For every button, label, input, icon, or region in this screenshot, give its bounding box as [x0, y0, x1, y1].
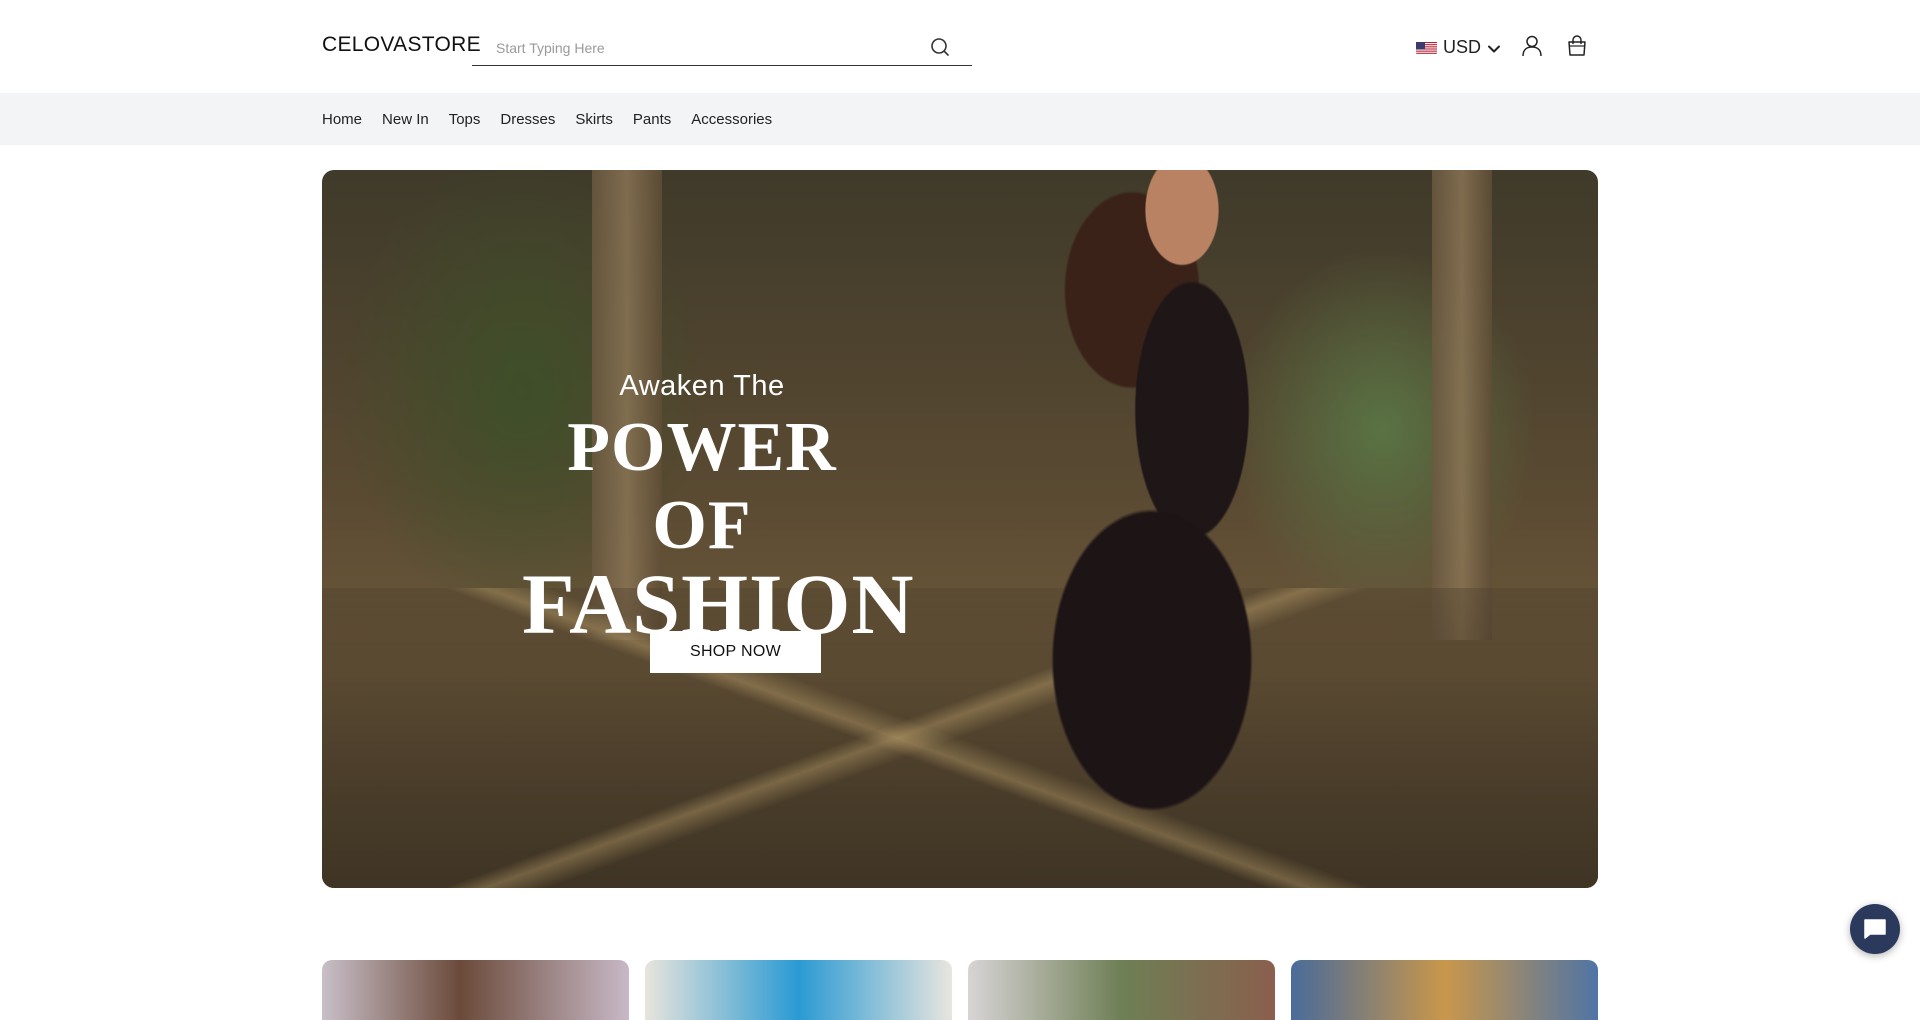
main-navigation: Home New In Tops Dresses Skirts Pants Ac…	[0, 93, 1920, 145]
hero-model-image	[942, 170, 1362, 870]
shop-now-button[interactable]: SHOP NOW	[650, 631, 821, 673]
search-icon[interactable]	[928, 35, 952, 59]
nav-item-dresses[interactable]: Dresses	[500, 111, 555, 128]
user-icon[interactable]	[1519, 33, 1545, 59]
shopping-bag-icon[interactable]	[1564, 33, 1590, 59]
hero-banner[interactable]: Awaken The POWER OF FASHION SHOP NOW	[322, 170, 1598, 888]
nav-item-pants[interactable]: Pants	[633, 111, 671, 128]
hero-title: POWER OF FASHION	[522, 409, 913, 647]
currency-selector[interactable]: USD	[1416, 35, 1501, 59]
hero-title-line1: POWER OF	[567, 409, 837, 564]
category-card[interactable]	[1291, 960, 1598, 1020]
search-input[interactable]	[494, 36, 918, 60]
store-logo[interactable]: CELOVASTORE	[322, 33, 481, 57]
hero-text: Awaken The POWER OF FASHION	[522, 370, 913, 647]
us-flag-icon	[1416, 40, 1437, 54]
nav-item-accessories[interactable]: Accessories	[691, 111, 772, 128]
chevron-down-icon	[1487, 40, 1501, 54]
category-card[interactable]	[645, 960, 952, 1020]
site-header: CELOVASTORE USD	[0, 0, 1920, 93]
nav-item-tops[interactable]: Tops	[449, 111, 481, 128]
search-bar	[472, 30, 972, 66]
nav-item-home[interactable]: Home	[322, 111, 362, 128]
category-cards	[322, 960, 1598, 1020]
hero-background-pillar	[1432, 170, 1492, 640]
currency-label: USD	[1443, 36, 1482, 57]
chat-bubble-icon[interactable]	[1850, 904, 1900, 954]
category-card[interactable]	[322, 960, 629, 1020]
category-card[interactable]	[968, 960, 1275, 1020]
nav-item-skirts[interactable]: Skirts	[575, 111, 613, 128]
nav-item-new-in[interactable]: New In	[382, 111, 429, 128]
hero-subtitle: Awaken The	[619, 370, 785, 402]
